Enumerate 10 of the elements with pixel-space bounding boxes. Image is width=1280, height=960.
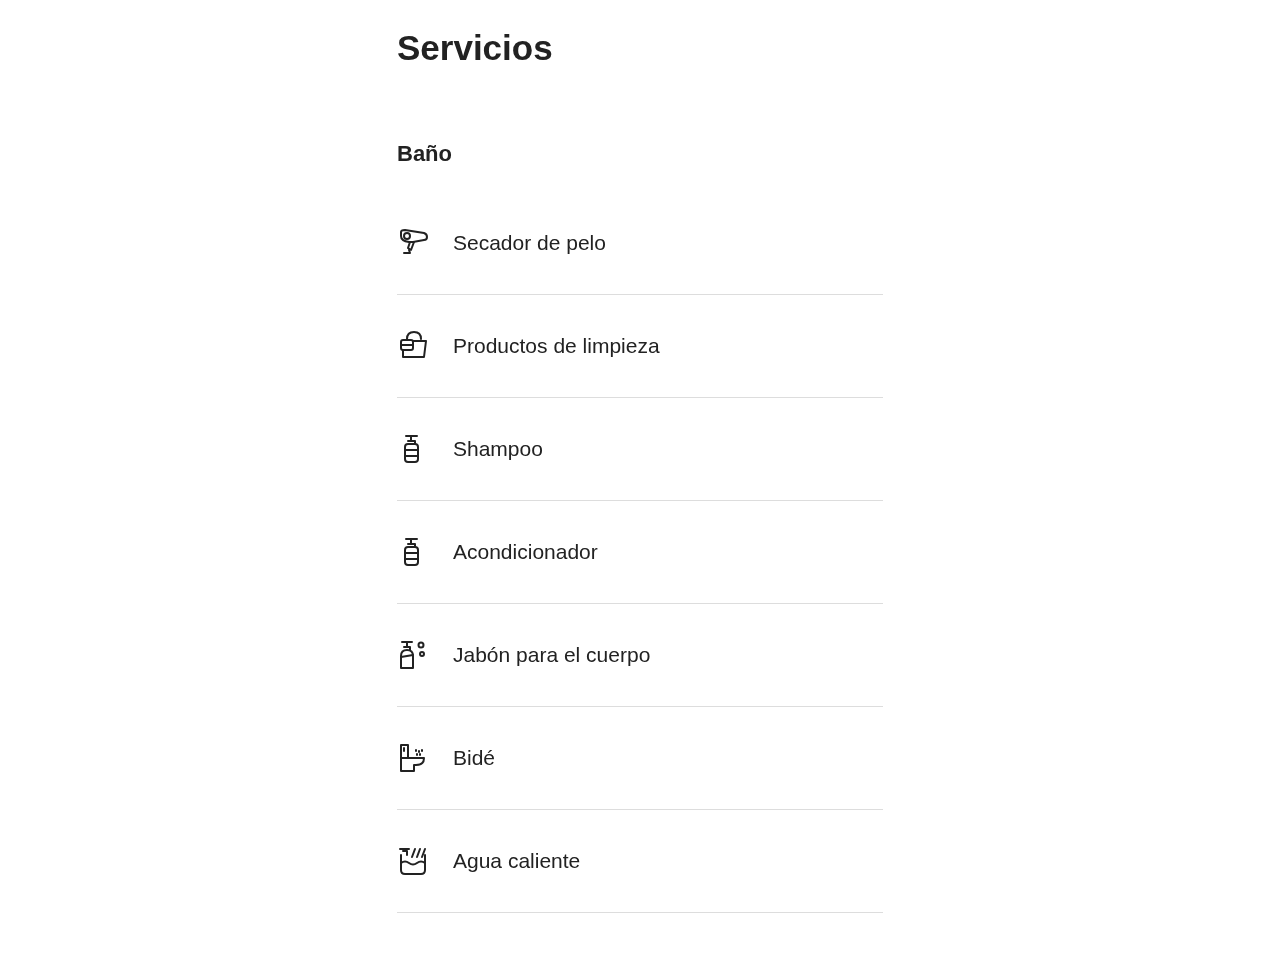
amenity-label: Bidé — [453, 746, 496, 770]
amenity-label: Jabón para el cuerpo — [453, 643, 651, 667]
amenity-label: Agua caliente — [453, 849, 581, 873]
amenity-label: Secador de pelo — [453, 231, 606, 255]
hot-water-tub-icon — [397, 845, 429, 877]
amenity-label: Acondicionador — [453, 540, 598, 564]
page-title: Servicios — [397, 27, 554, 69]
section-heading: Baño — [397, 140, 453, 168]
amenity-label: Shampoo — [453, 437, 543, 461]
amenity-label: Productos de limpieza — [453, 334, 660, 358]
